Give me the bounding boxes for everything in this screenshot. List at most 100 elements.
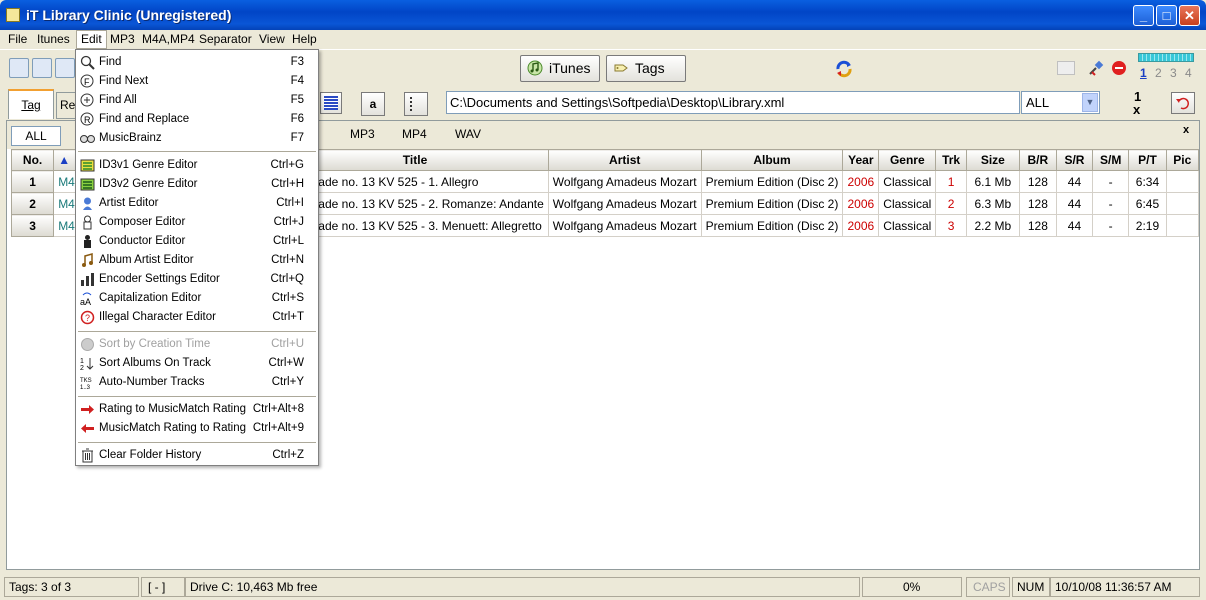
status-drive: Drive C: 10,463 Mb free [185, 577, 860, 597]
menu-item-label: Sort by Creation Time [99, 338, 211, 350]
minimize-button[interactable]: _ [1133, 5, 1154, 26]
menu-file[interactable]: File [8, 32, 27, 46]
magnifier-icon [80, 55, 95, 70]
plug-icon[interactable] [1087, 59, 1105, 77]
export-icon[interactable] [1057, 61, 1075, 75]
col-pt[interactable]: P/T [1128, 149, 1167, 171]
list-view-button[interactable] [320, 92, 342, 114]
filter-tab-mp4[interactable]: MP4 [402, 127, 427, 141]
col-sr[interactable]: S/R [1055, 149, 1094, 171]
menu-mp3[interactable]: MP3 [110, 32, 135, 46]
col-year[interactable]: Year [842, 149, 880, 171]
col-br[interactable]: B/R [1018, 149, 1057, 171]
menu-item-album-artist-editor[interactable]: Album Artist Editor Ctrl+N [76, 251, 318, 270]
col-album[interactable]: Album [700, 149, 844, 171]
col-pic[interactable]: Pic [1165, 149, 1200, 171]
menu-itunes[interactable]: Itunes [37, 32, 70, 46]
menu-item-artist-editor[interactable]: Artist Editor Ctrl+I [76, 194, 318, 213]
menu-item-find-replace[interactable]: R Find and Replace F6 [76, 110, 318, 129]
menu-view[interactable]: View [259, 32, 285, 46]
page-2-link[interactable]: 2 [1155, 66, 1162, 80]
col-genre[interactable]: Genre [878, 149, 937, 171]
filter-tab-mp3[interactable]: MP3 [350, 127, 375, 141]
menu-bar: File Itunes Edit MP3 M4A,MP4 Separator V… [0, 30, 1206, 49]
tree-view-button[interactable] [404, 92, 428, 116]
page-4-link[interactable]: 4 [1185, 66, 1192, 80]
settings-icon[interactable] [9, 58, 29, 78]
menu-separator-line [78, 151, 316, 152]
tags-label: Tags [635, 60, 665, 76]
refresh-icon[interactable] [834, 59, 854, 79]
lowercase-button[interactable]: a [361, 92, 385, 116]
menu-item-musicmatch-to-rating[interactable]: MusicMatch Rating to Rating Ctrl+Alt+9 [76, 419, 318, 438]
maximize-button[interactable]: □ [1156, 5, 1177, 26]
menu-item-clear-folder-history[interactable]: Clear Folder History Ctrl+Z [76, 446, 318, 465]
menu-item-rating-to-musicmatch[interactable]: Rating to MusicMatch Rating Ctrl+Alt+8 [76, 400, 318, 419]
close-button[interactable]: ✕ [1179, 5, 1200, 26]
col-sm[interactable]: S/M [1092, 149, 1130, 171]
auto-number-icon: TKS1..3 [80, 378, 92, 390]
col-artist[interactable]: Artist [547, 149, 702, 171]
chevron-down-icon[interactable]: ▼ [1082, 93, 1098, 112]
itunes-button[interactable]: iTunes [520, 55, 600, 82]
id3v2-icon [80, 178, 95, 191]
close-filter-icon[interactable]: x [1183, 124, 1189, 136]
id3v1-icon [80, 159, 95, 172]
menu-item-encoder-settings[interactable]: Encoder Settings Editor Ctrl+Q [76, 270, 318, 289]
menu-item-illegal-character[interactable]: ? Illegal Character Editor Ctrl+T [76, 308, 318, 327]
menu-item-musicbrainz[interactable]: MusicBrainz F7 [76, 129, 318, 148]
menu-item-find-next[interactable]: F Find Next F4 [76, 72, 318, 91]
menu-help[interactable]: Help [292, 32, 317, 46]
menu-item-label: MusicBrainz [99, 132, 162, 144]
page-1-link[interactable]: 1 [1140, 66, 1147, 80]
menu-item-composer-editor[interactable]: Composer Editor Ctrl+J [76, 213, 318, 232]
page-3-link[interactable]: 3 [1170, 66, 1177, 80]
col-title[interactable]: Title [281, 149, 549, 171]
composer-icon [83, 215, 92, 230]
tag-label-icon [614, 64, 628, 72]
filter-select-value: ALL [1026, 95, 1050, 110]
filter-all-button[interactable]: ALL [11, 126, 61, 146]
col-size[interactable]: Size [965, 149, 1020, 171]
col-no[interactable]: No. [10, 149, 55, 171]
menu-item-capitalization[interactable]: aA Capitalization Editor Ctrl+S [76, 289, 318, 308]
cell-sr: 44 [1055, 170, 1094, 193]
menu-item-conductor-editor[interactable]: Conductor Editor Ctrl+L [76, 232, 318, 251]
menu-item-sort-albums[interactable]: 12 Sort Albums On Track Ctrl+W [76, 354, 318, 373]
menu-item-id3v1-genre[interactable]: ID3v1 Genre Editor Ctrl+G [76, 156, 318, 175]
stop-icon[interactable] [1111, 60, 1127, 76]
library-path-field[interactable]: C:\Documents and Settings\Softpedia\Desk… [446, 91, 1020, 114]
menu-item-shortcut: Ctrl+Y [271, 376, 304, 388]
undo-button[interactable] [1171, 92, 1195, 114]
filter-select[interactable]: ALL ▼ [1021, 91, 1100, 114]
svg-text:1..3: 1..3 [80, 385, 91, 390]
undo-icon [1176, 97, 1190, 110]
tab-tag[interactable]: Tag [8, 89, 54, 119]
tags-button[interactable]: Tags [606, 55, 686, 82]
tag-icon[interactable] [32, 58, 52, 78]
cell-pt: 6:34 [1128, 170, 1167, 193]
status-caps: CAPS [966, 577, 1010, 597]
menu-item-label: Artist Editor [99, 197, 159, 209]
menu-item-id3v2-genre[interactable]: ID3v2 Genre Editor Ctrl+H [76, 175, 318, 194]
folders-icon[interactable] [55, 58, 75, 78]
menu-m4a-mp4[interactable]: M4A,MP4 [142, 32, 195, 46]
cell-no: 3 [10, 214, 55, 237]
filter-tab-wav[interactable]: WAV [455, 127, 481, 141]
menu-separator[interactable]: Separator [199, 32, 252, 46]
menu-item-auto-number[interactable]: TKS 1..3 Auto-Number Tracks Ctrl+Y [76, 373, 318, 392]
cell-size: 2.2 Mb [965, 214, 1020, 237]
menu-item-shortcut: F3 [290, 56, 304, 68]
col-trk[interactable]: Trk [935, 149, 967, 171]
menu-item-find[interactable]: Find F3 [76, 53, 318, 72]
status-brackets: [ - ] [141, 577, 185, 597]
svg-text:TKS: TKS [80, 378, 92, 384]
svg-text:2: 2 [80, 365, 84, 371]
cell-br: 128 [1018, 170, 1057, 193]
svg-text:aA: aA [80, 297, 91, 306]
itunes-icon [527, 60, 543, 76]
illegal-char-icon: ? [80, 310, 95, 325]
menu-item-find-all[interactable]: Find All F5 [76, 91, 318, 110]
menu-edit[interactable]: Edit [76, 30, 107, 49]
status-datetime: 10/10/08 11:36:57 AM [1050, 577, 1200, 597]
